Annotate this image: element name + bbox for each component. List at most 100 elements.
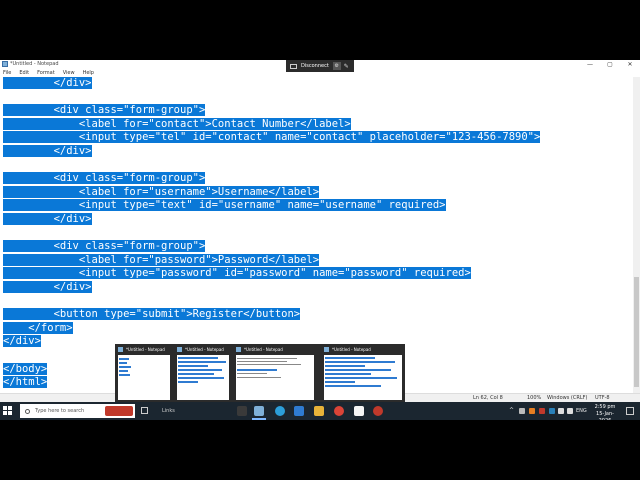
thumb-text [237,377,281,378]
close-button[interactable]: ✕ [620,60,640,69]
menu-view[interactable]: View [63,69,75,77]
code-line: <input type="password" id="password" nam… [3,267,471,280]
menu-edit[interactable]: Edit [19,69,29,77]
disconnect-button[interactable]: Disconnect [301,63,329,69]
links-toolbar[interactable]: Links [162,402,175,420]
task-view-icon[interactable] [141,407,148,414]
code-line: <label for="contact">Contact Number</lab… [3,117,351,130]
tray-app-icon[interactable] [549,408,555,414]
window-preview[interactable]: *Untitled - Notepad [321,344,405,402]
vscode-icon[interactable] [294,406,304,416]
taskbar-app-icon[interactable] [237,406,247,416]
notepad-icon [2,61,8,67]
thumb-text [178,369,222,371]
preview-title: *Untitled - Notepad [332,346,371,352]
tray-app-icon[interactable] [529,408,535,414]
clock-time: 2:59 pm [594,404,616,410]
thumb-text [178,357,218,359]
preview-thumbnail [177,355,229,400]
thumb-text [119,374,130,376]
tray-app-icon[interactable] [519,408,525,414]
thumb-text [119,358,129,360]
start-button[interactable] [3,406,13,416]
thumb-text [178,361,226,363]
notepad-icon [177,346,182,352]
thumb-text [237,369,277,371]
pin-icon[interactable]: ✎ [344,63,349,70]
thumb-text [237,373,267,374]
code-line: <label for="password">Password</label> [3,253,320,266]
edge-icon[interactable] [275,406,285,416]
scroll-thumb[interactable] [634,277,639,387]
window-title: *Untitled - Notepad [10,61,59,67]
chrome-icon[interactable] [334,406,344,416]
thumb-text [325,373,371,375]
windows-logo-pane [3,411,7,415]
windows-logo-pane [8,406,12,410]
preview-title: *Untitled - Notepad [126,346,165,352]
thumb-text [325,357,375,359]
notepad-icon [236,346,241,352]
minimize-button[interactable]: — [580,60,600,69]
notepad-icon [324,346,329,352]
preview-thumbnail [236,355,314,400]
active-indicator [252,418,266,420]
preview-thumbnail [324,355,402,400]
code-line: <label for="username">Username</label> [3,185,320,198]
taskbar-search[interactable]: Type here to search [20,404,135,418]
remote-connection-bar[interactable]: Disconnect ⚙ ✎ [286,60,354,72]
thumb-text [178,373,214,375]
thumb-text [178,365,208,367]
recorder-icon[interactable] [373,406,383,416]
search-icon [25,408,30,414]
search-highlight-icon[interactable] [105,406,133,416]
network-icon[interactable] [558,408,564,414]
preview-title: *Untitled - Notepad [185,346,224,352]
menu-file[interactable]: File [3,69,11,77]
code-line: </div> [3,281,92,293]
notepad-taskbar-icon[interactable] [254,406,264,416]
thumb-text [178,377,224,379]
code-line: <input type="tel" id="contact" name="con… [3,131,541,144]
maximize-button[interactable]: ▢ [600,60,620,69]
window-controls: — ▢ ✕ [580,60,640,69]
clock[interactable]: 2:59 pm 15-Jan-2026 [590,404,620,420]
menu-help[interactable]: Help [83,69,94,77]
code-line: <div class="form-group"> [3,240,206,253]
preview-header: *Untitled - Notepad [115,344,171,354]
thumb-text [325,385,381,387]
windows-logo-pane [3,406,7,410]
monitor-icon [290,63,297,69]
thumb-text [119,370,128,372]
language-indicator[interactable]: ENG [576,402,587,420]
thumb-text [325,381,355,383]
file-explorer-icon[interactable] [314,406,324,416]
thumb-text [237,364,301,365]
preview-header: *Untitled - Notepad [174,344,230,354]
window-preview[interactable]: *Untitled - Notepad [115,344,171,402]
volume-icon[interactable] [567,408,573,414]
preview-thumbnail [118,355,170,400]
window-preview-active[interactable]: *Untitled - Notepad [233,344,317,402]
code-line: </body> [3,362,48,375]
menu-format[interactable]: Format [37,69,55,77]
window-preview[interactable]: *Untitled - Notepad [174,344,230,402]
tray-overflow-icon[interactable]: ^ [509,402,514,420]
search-placeholder: Type here to search [35,408,85,414]
thumb-text [325,369,391,371]
code-line: </div> [3,335,41,348]
vertical-scrollbar[interactable] [633,77,640,393]
blank-app-icon[interactable] [354,406,364,416]
thumb-text [325,365,365,367]
thumb-text [237,361,287,362]
thumb-text [325,361,395,363]
taskbar: Type here to search Links ^ ENG 2:59 pm … [0,402,640,420]
notification-icon[interactable] [626,407,634,415]
preview-header: *Untitled - Notepad [233,344,317,354]
remote-settings-icon[interactable]: ⚙ [332,62,341,70]
code-line: </div> [3,145,92,157]
thumb-text [119,366,131,368]
tray-app-icon[interactable] [539,408,545,414]
code-line: <button type="submit">Register</button> [3,308,301,321]
clock-date: 15-Jan-2026 [596,411,614,420]
